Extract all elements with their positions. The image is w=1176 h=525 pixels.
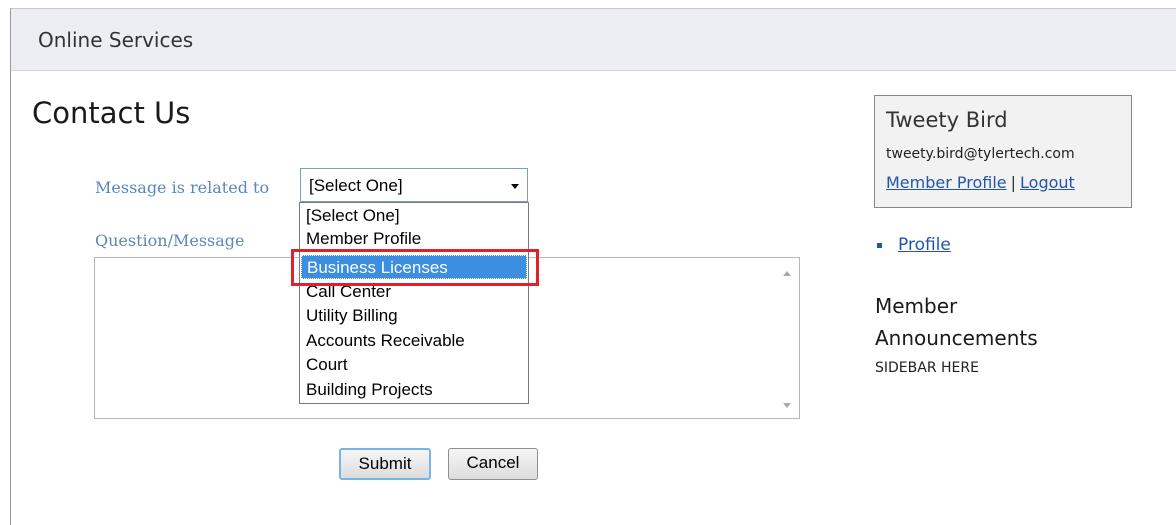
related-to-select[interactable]: [Select One] xyxy=(300,168,528,202)
highlight-annotation-box xyxy=(291,249,539,286)
scroll-up-arrow-icon[interactable] xyxy=(783,271,791,276)
header-title: Online Services xyxy=(38,28,194,52)
sidebar-profile-link[interactable]: Profile xyxy=(898,235,951,255)
dropdown-option-building-projects[interactable]: Building Projects xyxy=(301,378,527,402)
dropdown-option-member-profile[interactable]: Member Profile xyxy=(301,228,527,245)
user-card: Tweety Bird tweety.bird@tylertech.com Me… xyxy=(874,95,1132,208)
user-email: tweety.bird@tylertech.com xyxy=(886,146,1075,162)
chevron-down-icon[interactable] xyxy=(511,184,519,189)
dropdown-option-court[interactable]: Court xyxy=(301,353,527,377)
related-to-dropdown-list: [Select One] Member Profile Business Lic… xyxy=(299,202,529,404)
cancel-button[interactable]: Cancel xyxy=(448,448,538,480)
link-separator: | xyxy=(1010,173,1017,192)
bullet-icon xyxy=(877,243,882,248)
sidebar-placeholder-text: SIDEBAR HERE xyxy=(875,360,979,376)
dropdown-option-accounts-receivable[interactable]: Accounts Receivable xyxy=(301,329,527,353)
dropdown-option-select-one[interactable]: [Select One] xyxy=(301,204,527,228)
member-profile-link[interactable]: Member Profile xyxy=(886,173,1007,192)
user-name: Tweety Bird xyxy=(886,108,1008,132)
related-to-label: Message is related to xyxy=(95,178,270,197)
submit-button[interactable]: Submit xyxy=(339,448,431,480)
header-bar: Online Services xyxy=(11,9,1176,71)
user-links: Member Profile | Logout xyxy=(886,173,1075,192)
page-title: Contact Us xyxy=(32,96,191,130)
dropdown-option-utility-billing[interactable]: Utility Billing xyxy=(301,304,527,328)
member-announcements-heading: Member Announcements xyxy=(875,294,1038,350)
question-message-label: Question/Message xyxy=(95,231,245,250)
select-current-value: [Select One] xyxy=(309,176,403,195)
logout-link[interactable]: Logout xyxy=(1020,173,1075,192)
scroll-down-arrow-icon[interactable] xyxy=(783,403,791,408)
